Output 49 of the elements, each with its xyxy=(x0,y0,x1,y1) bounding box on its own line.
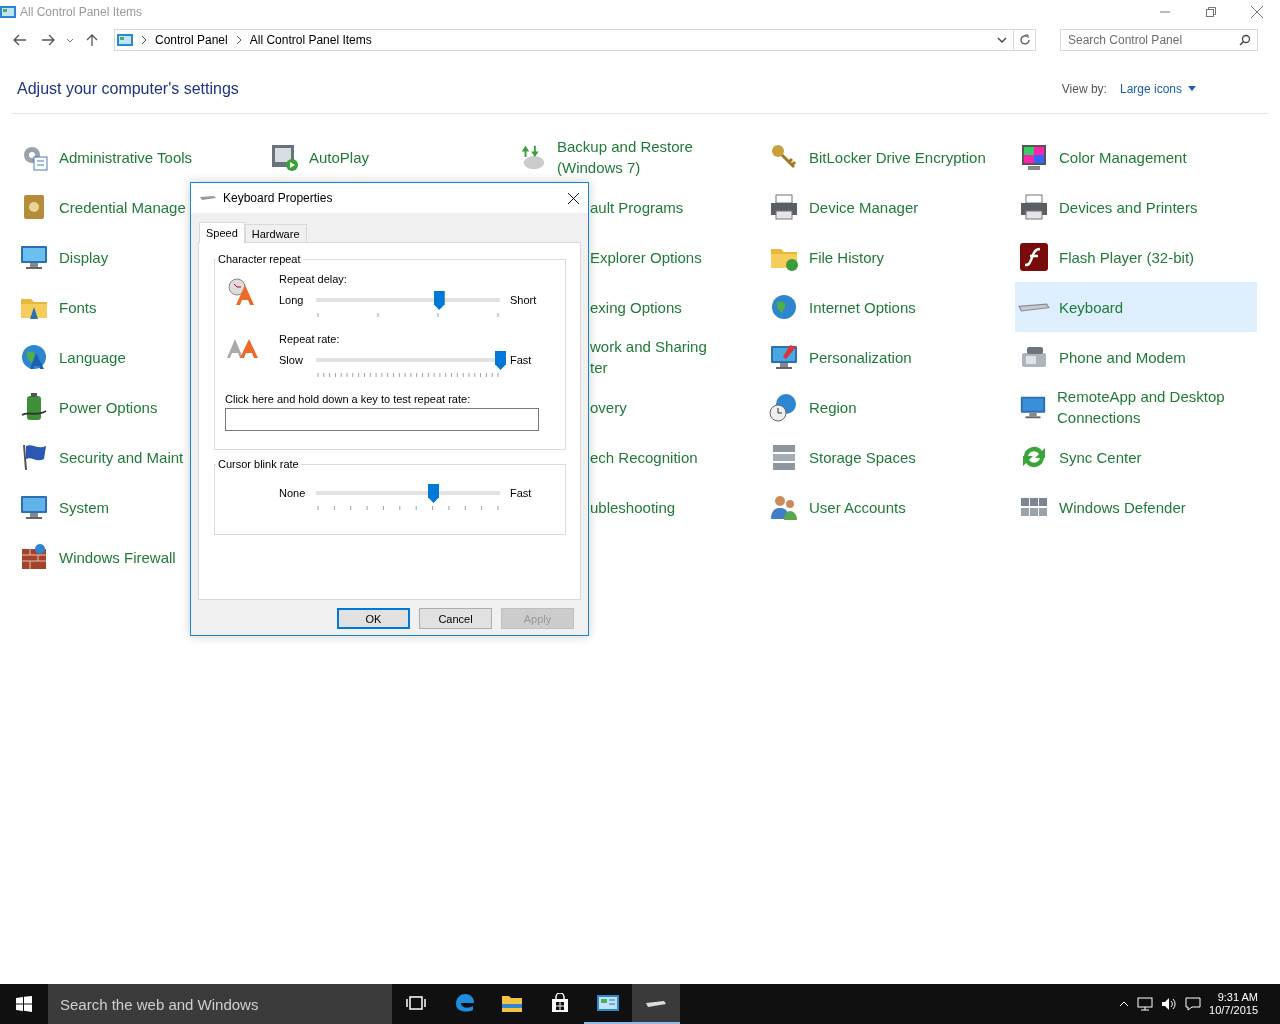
view-by-dropdown[interactable]: Large icons xyxy=(1119,81,1196,96)
control-panel-item[interactable]: Region xyxy=(765,382,1007,432)
group-label: Cursor blink rate xyxy=(217,458,300,470)
slider-label: Repeat delay: xyxy=(279,273,348,285)
control-panel-item[interactable]: File History xyxy=(765,232,1007,282)
control-panel-item[interactable]: Language xyxy=(15,332,257,382)
search-field[interactable]: Search Control Panel xyxy=(1060,29,1258,51)
taskbar-search-field[interactable]: Search the web and Windows xyxy=(48,984,392,1024)
tab[interactable]: Hardware xyxy=(244,224,307,242)
window-title: All Control Panel Items xyxy=(20,5,143,19)
tab[interactable]: Speed xyxy=(199,222,245,243)
control-panel-item[interactable]: Device Manager xyxy=(765,182,1007,232)
slider-max-label: Fast xyxy=(510,487,532,499)
control-panel-item[interactable]: Sync Center xyxy=(1015,432,1257,482)
control-panel-item[interactable]: RemoteApp and Desktop Connections xyxy=(1015,382,1257,432)
test-label: Click here and hold down a key to test repeat rate: xyxy=(225,393,472,405)
control-panel-item[interactable]: Administrative Tools xyxy=(15,132,257,182)
control-panel-item[interactable]: User Accounts xyxy=(765,482,1007,532)
dialog-title: Keyboard Properties xyxy=(223,191,333,205)
slider-max-label: Short xyxy=(510,294,537,306)
control-panel-item[interactable]: Personalization xyxy=(765,332,1007,382)
clock[interactable]: 9:31 AM 10/7/2015 xyxy=(1209,991,1258,1017)
control-panel-item[interactable]: Internet Options xyxy=(765,282,1007,332)
breadcrumb[interactable]: Control Panel xyxy=(155,33,228,47)
control-panel-item[interactable]: BitLocker Drive Encryption xyxy=(765,132,1007,182)
control-panel-item[interactable]: Flash Player (32-bit) xyxy=(1015,232,1257,282)
breadcrumb[interactable]: All Control Panel Items xyxy=(249,33,372,47)
control-panel-item[interactable]: Backup and Restore (Windows 7) xyxy=(515,132,757,182)
control-panel-item[interactable]: System xyxy=(15,482,257,532)
slider-max-label: Fast xyxy=(510,354,532,366)
control-panel-item[interactable]: Phone and Modem xyxy=(1015,332,1257,382)
slider-label: Repeat rate: xyxy=(279,333,341,345)
dialog-button[interactable]: OK xyxy=(337,608,410,629)
control-panel-item[interactable]: Storage Spaces xyxy=(765,432,1007,482)
slider-min-label: None xyxy=(279,487,307,499)
control-panel-item[interactable]: Windows Firewall xyxy=(15,532,257,582)
address-bar[interactable]: Control Panel All Control Panel Items xyxy=(114,29,1036,51)
group-label: Character repeat xyxy=(217,253,302,265)
slider-min-label: Long xyxy=(279,294,305,306)
control-panel-item[interactable]: Devices and Printers xyxy=(1015,182,1257,232)
dialog-button[interactable]: Cancel xyxy=(419,608,492,629)
control-panel-item[interactable]: Fonts xyxy=(15,282,257,332)
view-by-label: View by: xyxy=(1061,81,1107,96)
control-panel-item[interactable]: Windows Defender xyxy=(1015,482,1257,532)
control-panel-item[interactable]: Color Management xyxy=(1015,132,1257,182)
control-panel-item[interactable]: Keyboard xyxy=(1015,282,1257,332)
slider-min-label: Slow xyxy=(279,354,304,366)
page-heading: Adjust your computer's settings xyxy=(17,79,239,98)
control-panel-item[interactable]: AutoPlay xyxy=(265,132,507,182)
